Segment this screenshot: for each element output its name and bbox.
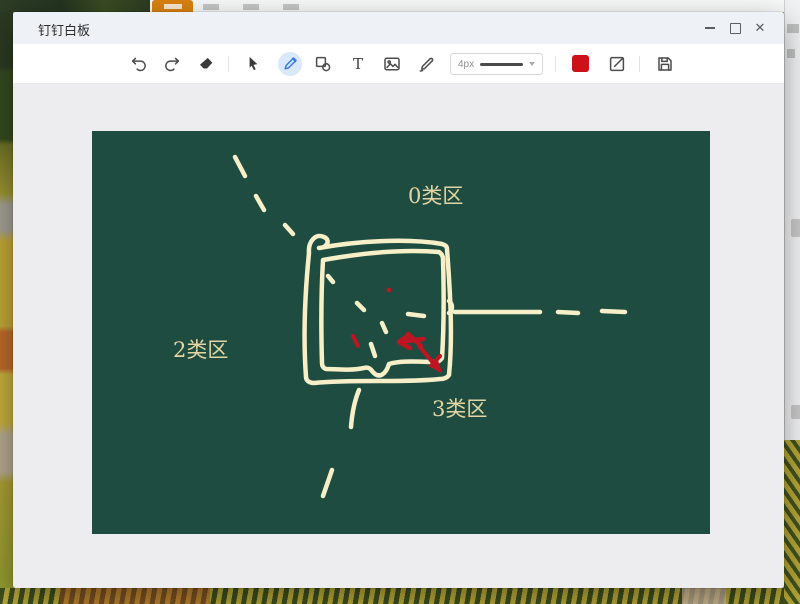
chevron-down-icon	[529, 62, 535, 66]
stroke-lower-dashes	[323, 390, 359, 496]
stroke-horizontal-dashed-line	[449, 301, 625, 313]
toolbar-divider	[228, 56, 229, 72]
shapes-icon	[313, 54, 333, 74]
redo-icon	[162, 54, 182, 74]
background-tab-label-fragment[interactable]	[283, 4, 299, 10]
zone-label-2: 2类区	[173, 338, 228, 362]
title-bar[interactable]: 钉钉白板 ✕	[13, 12, 784, 44]
image-tool-button[interactable]	[380, 52, 404, 76]
stroke-inner-dashes	[328, 276, 424, 356]
stroke-dashed-diagonal	[235, 157, 293, 234]
background-side-window	[784, 0, 800, 440]
redo-button[interactable]	[160, 52, 184, 76]
marker-tool-button[interactable]	[415, 52, 439, 76]
whiteboard-canvas[interactable]: 0类区 2类区 3类区	[92, 131, 710, 534]
wallpaper-right-strip	[784, 440, 800, 604]
toolbar: T 4px	[13, 44, 784, 84]
window-title: 钉钉白板	[38, 20, 90, 39]
edit-box-icon	[607, 54, 627, 74]
eraser-icon	[196, 54, 216, 74]
side-window-text-fragment	[787, 49, 795, 58]
shapes-tool-button[interactable]	[311, 52, 335, 76]
color-swatch-red[interactable]	[572, 55, 589, 72]
side-window-text-fragment	[787, 24, 799, 33]
stroke-width-dropdown[interactable]: 4px	[450, 53, 543, 75]
canvas-drawing: 0类区 2类区 3类区	[92, 131, 710, 534]
text-tool-icon: T	[353, 55, 363, 73]
background-tab-label-fragment[interactable]	[203, 4, 219, 10]
minimize-button[interactable]	[701, 19, 719, 37]
toolbar-divider	[555, 56, 556, 72]
scrollbar-thumb[interactable]	[791, 219, 800, 237]
close-button[interactable]: ✕	[751, 19, 769, 37]
maximize-button[interactable]	[726, 19, 744, 37]
save-button[interactable]	[653, 52, 677, 76]
zone-label-0: 0类区	[408, 184, 463, 208]
background-active-tab[interactable]	[152, 0, 193, 12]
marker-icon	[417, 54, 437, 74]
undo-icon	[129, 54, 149, 74]
background-tab-label-fragment[interactable]	[243, 4, 259, 10]
image-icon	[382, 54, 402, 74]
red-dot	[387, 288, 392, 293]
toolbar-divider	[639, 56, 640, 72]
wallpaper-left-strip	[0, 0, 13, 604]
select-tool-button[interactable]	[241, 52, 265, 76]
wallpaper-bottom-strip	[0, 588, 800, 604]
annotate-button[interactable]	[605, 52, 629, 76]
undo-button[interactable]	[127, 52, 151, 76]
eraser-button[interactable]	[194, 52, 218, 76]
stroke-width-label: 4px	[458, 59, 474, 70]
stroke-width-preview	[480, 63, 523, 66]
stroke-inner-square	[321, 251, 443, 375]
red-dash	[353, 336, 358, 346]
zone-label-3: 3类区	[432, 397, 487, 421]
save-icon	[655, 54, 675, 74]
pen-icon	[280, 54, 300, 74]
wallpaper-orange-field	[60, 588, 210, 604]
pen-tool-button[interactable]	[278, 52, 302, 76]
text-tool-button[interactable]: T	[346, 52, 370, 76]
scrollbar-thumb[interactable]	[791, 405, 800, 419]
wallpaper-path	[682, 588, 726, 604]
wallpaper-top-strip	[0, 0, 153, 12]
cursor-icon	[243, 54, 263, 74]
background-tab-bar	[150, 0, 784, 12]
whiteboard-window: 钉钉白板 ✕	[13, 12, 784, 588]
